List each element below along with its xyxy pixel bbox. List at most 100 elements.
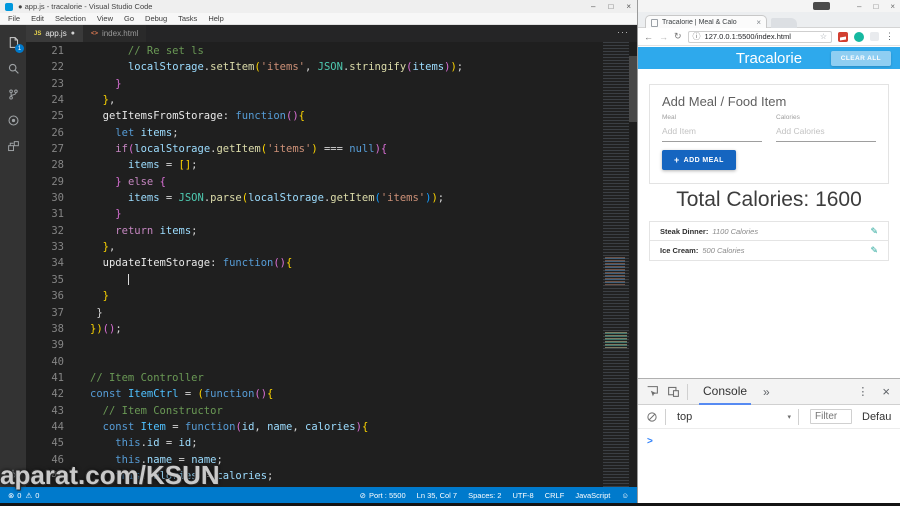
meal-input[interactable]	[662, 122, 762, 142]
code-line[interactable]: 35	[26, 272, 603, 288]
debug-icon[interactable]	[0, 107, 26, 133]
tab-close-icon[interactable]: ×	[756, 18, 761, 27]
devtools-close-icon[interactable]: ×	[882, 384, 890, 399]
code-editor[interactable]: 21 // Re set ls 22 localStorage.setItem('…	[26, 42, 637, 487]
code-line[interactable]: 42 const ItemCtrl = (function(){	[26, 386, 603, 402]
editor-actions-more[interactable]: ···	[617, 27, 629, 37]
menu-tasks[interactable]: Tasks	[178, 14, 197, 23]
code-line[interactable]: 27 if(localStorage.getItem('items') === …	[26, 141, 603, 157]
line-number: 38	[51, 322, 64, 335]
browser-tab[interactable]: Tracalorie | Meal & Calo ×	[645, 15, 767, 29]
code-line[interactable]: 34 updateItemStorage: function(){	[26, 255, 603, 271]
site-info-icon[interactable]: ⓘ	[693, 31, 701, 42]
code-line[interactable]: 44 const Item = function(id, name, calor…	[26, 419, 603, 435]
extension-icon-pale[interactable]	[870, 32, 879, 41]
code-line[interactable]: 32 return items;	[26, 223, 603, 239]
explorer-icon[interactable]: 1	[0, 29, 26, 55]
source-control-icon[interactable]	[0, 81, 26, 107]
devtools-menu-icon[interactable]: ⋮	[857, 385, 868, 398]
code-line[interactable]: 39	[26, 337, 603, 353]
line-number: 41	[51, 371, 64, 384]
console-prompt[interactable]: >	[638, 429, 900, 447]
profile-badge[interactable]	[813, 2, 830, 10]
status-problems[interactable]: ⊗ 0	[8, 491, 21, 500]
editor-scrollbar[interactable]	[629, 42, 637, 487]
inspect-element-icon[interactable]	[646, 385, 659, 398]
edit-pencil-icon[interactable]: ✎	[870, 245, 878, 256]
code-line[interactable]: 21 // Re set ls	[26, 43, 603, 59]
code-line[interactable]: 37 }	[26, 305, 603, 321]
code-line[interactable]: 38})();	[26, 321, 603, 337]
code-line[interactable]: 26 let items;	[26, 125, 603, 141]
maximize-button[interactable]: □	[873, 2, 878, 11]
back-icon[interactable]: ←	[644, 32, 653, 42]
status-item[interactable]: JavaScript	[575, 491, 610, 500]
vscode-window-title: ● app.js - tracalorie - Visual Studio Co…	[18, 2, 153, 11]
status-item[interactable]: Spaces: 2	[468, 491, 501, 500]
menu-help[interactable]: Help	[208, 14, 223, 23]
code-line[interactable]: 25 getItemsFromStorage: function(){	[26, 108, 603, 124]
code-line[interactable]: 28 items = [];	[26, 157, 603, 173]
status-item[interactable]: CRLF	[545, 491, 565, 500]
close-button[interactable]: ×	[626, 2, 631, 11]
code-line[interactable]: 36 }	[26, 288, 603, 304]
code-line[interactable]: 33 },	[26, 239, 603, 255]
minimap[interactable]	[603, 42, 629, 487]
unsaved-dot-icon[interactable]: ●	[71, 30, 75, 37]
code-line[interactable]: 24 },	[26, 92, 603, 108]
minimize-button[interactable]: –	[857, 2, 861, 11]
status-item[interactable]: Ln 35, Col 7	[417, 491, 457, 500]
device-toolbar-icon[interactable]	[667, 385, 680, 398]
code-line[interactable]: 29 } else {	[26, 174, 603, 190]
code-line[interactable]: 23 }	[26, 76, 603, 92]
minimize-button[interactable]: –	[591, 2, 595, 11]
status-problems[interactable]: ⚠ 0	[25, 491, 39, 500]
status-item[interactable]: UTF-8	[512, 491, 533, 500]
menu-file[interactable]: File	[8, 14, 20, 23]
line-number: 43	[51, 404, 64, 417]
extension-icon-teal[interactable]	[854, 31, 864, 42]
vscode-window: ● app.js - tracalorie - Visual Studio Co…	[0, 0, 637, 503]
code-line[interactable]: 31 }	[26, 206, 603, 222]
menu-view[interactable]: View	[97, 14, 113, 23]
line-number: 31	[51, 208, 64, 221]
extensions-icon[interactable]	[0, 133, 26, 159]
refresh-icon[interactable]: ↻	[674, 31, 682, 42]
edit-pencil-icon[interactable]: ✎	[870, 226, 878, 237]
tab-index-html[interactable]: <> index.html	[82, 25, 147, 42]
add-meal-button[interactable]: + ADD MEAL	[662, 150, 736, 170]
line-number: 45	[51, 437, 64, 450]
meal-item-row: Steak Dinner: 1100 Calories ✎	[650, 222, 888, 241]
code-line[interactable]: 30 items = JSON.parse(localStorage.getIt…	[26, 190, 603, 206]
clear-console-icon[interactable]	[646, 411, 658, 423]
menu-debug[interactable]: Debug	[145, 14, 167, 23]
calories-input[interactable]	[776, 122, 876, 142]
extension-icon-red[interactable]	[838, 31, 848, 42]
code-line[interactable]: 43 // Item Constructor	[26, 403, 603, 419]
tab-app-js[interactable]: JS app.js ●	[26, 25, 83, 42]
console-filter-input[interactable]: Filter	[810, 409, 852, 424]
browser-menu-icon[interactable]: ⋮	[885, 31, 894, 42]
close-button[interactable]: ×	[890, 2, 895, 11]
menu-selection[interactable]: Selection	[55, 14, 86, 23]
new-tab-button[interactable]	[771, 18, 797, 28]
search-icon[interactable]	[0, 55, 26, 81]
feedback-smiley-icon[interactable]: ☺	[621, 491, 629, 500]
code-line[interactable]: 40	[26, 354, 603, 370]
code-line[interactable]: 41// Item Controller	[26, 370, 603, 386]
more-tabs-icon[interactable]: »	[763, 385, 770, 399]
status-item[interactable]: ⊘ Port : 5500	[360, 491, 406, 500]
log-levels-dropdown[interactable]: Default l	[862, 411, 892, 423]
context-selector[interactable]: top ▾	[673, 411, 791, 423]
console-tab[interactable]: Console	[699, 379, 752, 405]
bookmark-star-icon[interactable]: ☆	[820, 32, 827, 41]
code-line[interactable]: 22 localStorage.setItem('items', JSON.st…	[26, 59, 603, 75]
forward-icon[interactable]: →	[659, 32, 668, 42]
url-field[interactable]: ⓘ 127.0.0.1:5500/index.html ☆	[687, 30, 832, 43]
menu-go[interactable]: Go	[124, 14, 134, 23]
clear-all-button[interactable]: CLEAR ALL	[830, 50, 891, 66]
menu-edit[interactable]: Edit	[31, 14, 44, 23]
calories-label: Calories	[776, 114, 800, 121]
code-line[interactable]: 45 this.id = id;	[26, 435, 603, 451]
maximize-button[interactable]: □	[608, 2, 613, 11]
